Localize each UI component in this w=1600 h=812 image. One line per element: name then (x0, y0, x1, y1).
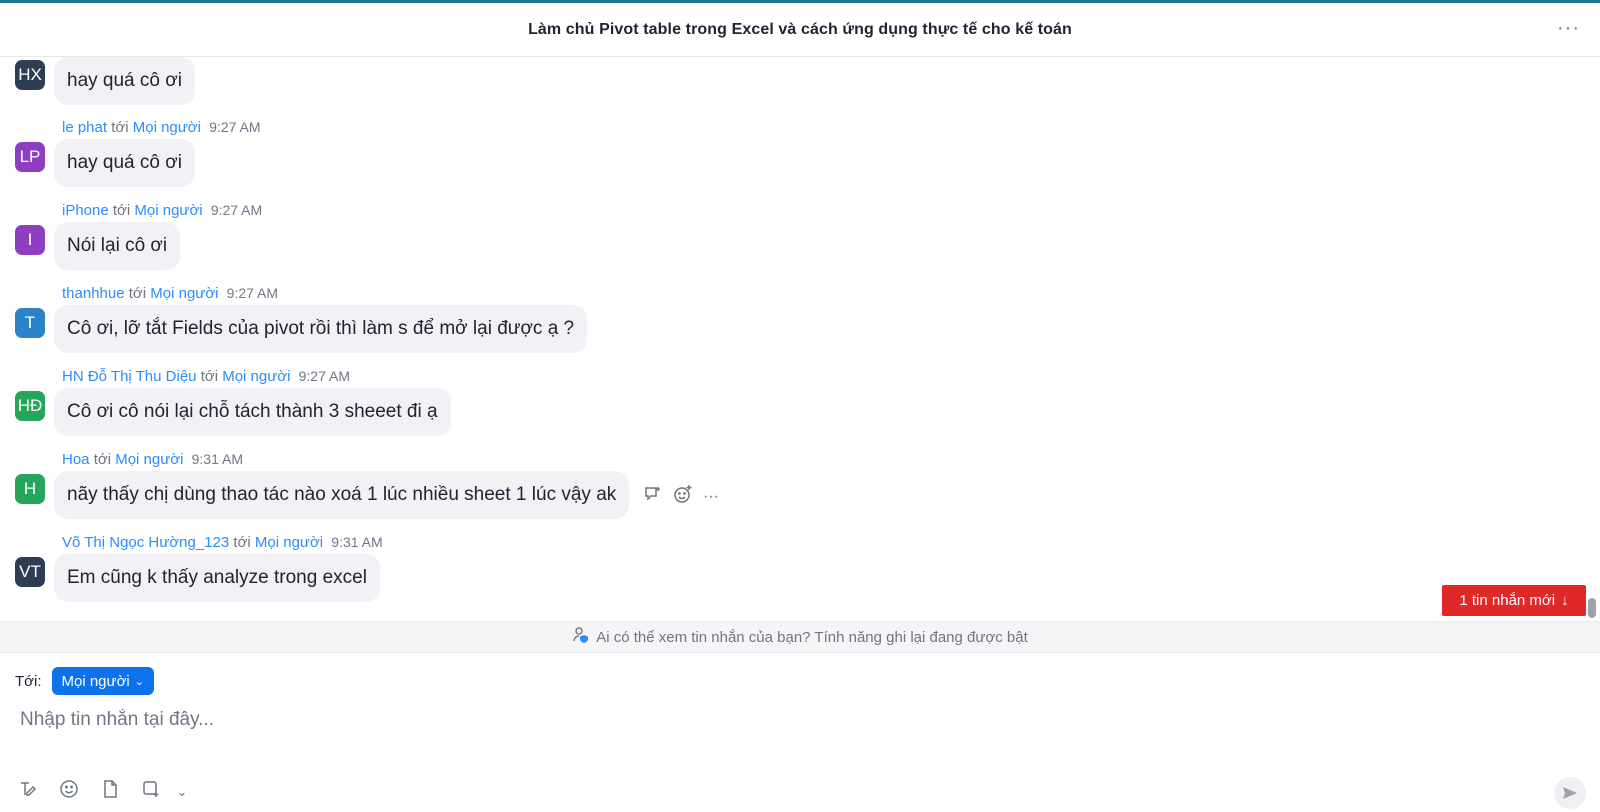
screenshot-icon[interactable] (141, 779, 161, 804)
to-word: tới (233, 534, 251, 551)
recipient-name[interactable]: Mọi người (222, 368, 290, 385)
sender-name[interactable]: Võ Thị Ngọc Hường_123 (62, 534, 229, 551)
file-icon[interactable] (100, 779, 120, 804)
new-message-button[interactable]: 1 tin nhắn mới ↓ (1442, 585, 1586, 616)
recipient-select[interactable]: Mọi người ⌄ (51, 667, 154, 695)
chat-header: Làm chủ Pivot table trong Excel và cách … (0, 3, 1600, 57)
notice-text: Ai có thể xem tin nhắn của bạn? Tính năn… (596, 628, 1028, 646)
avatar[interactable]: VT (15, 557, 45, 587)
message-time: 9:31 AM (191, 451, 243, 467)
recipient-row: Tới: Mọi người ⌄ (15, 667, 154, 695)
message-input[interactable] (20, 700, 1560, 740)
new-message-label: 1 tin nhắn mới (1459, 592, 1556, 609)
sender-name[interactable]: HN Đỗ Thị Thu Diệu (62, 368, 197, 385)
avatar[interactable]: LP (15, 142, 45, 172)
recipient-name[interactable]: Mọi người (115, 451, 183, 468)
emoji-add-icon[interactable] (673, 484, 693, 510)
sender-name[interactable]: Hoa (62, 451, 90, 468)
message-meta: iPhone tới Mọi người 9:27 AM (62, 202, 262, 219)
sender-name[interactable]: thanhhue (62, 285, 125, 302)
avatar[interactable]: T (15, 308, 45, 338)
message-time: 9:27 AM (226, 285, 279, 301)
to-label: Tới: (15, 672, 42, 690)
scrollbar-thumb[interactable] (1588, 598, 1596, 618)
avatar[interactable]: HĐ (15, 391, 45, 421)
composer-toolbar: ⌄ (18, 779, 192, 804)
send-icon[interactable] (1554, 777, 1586, 809)
message-bubble[interactable]: Nói lại cô ơi (54, 222, 181, 270)
avatar[interactable]: HX (15, 60, 45, 90)
to-word: tới (128, 285, 147, 302)
message-meta: le phat tới Mọi người 9:27 AM (62, 119, 261, 136)
format-text-icon[interactable] (18, 779, 38, 804)
message-bubble[interactable]: hay quá cô ơi (54, 57, 195, 105)
message-bubble[interactable]: hay quá cô ơi (54, 139, 195, 187)
message-bubble[interactable]: Cô ơi cô nói lại chỗ tách thành 3 sheeet… (54, 388, 451, 436)
to-word: tới (112, 202, 131, 219)
sender-name[interactable]: le phat (62, 119, 107, 136)
chevron-down-icon[interactable]: ⌄ (172, 784, 192, 800)
message-hover-actions: ··· (643, 484, 719, 510)
message-bubble[interactable]: nãy thấy chị dùng thao tác nào xoá 1 lúc… (54, 471, 630, 519)
arrow-down-icon: ↓ (1561, 592, 1569, 609)
recipient-name[interactable]: Mọi người (255, 534, 323, 551)
scrollbar[interactable] (1588, 58, 1596, 618)
to-word: tới (200, 368, 219, 385)
more-horizontal-icon[interactable]: ··· (1557, 17, 1580, 40)
to-word: tới (93, 451, 112, 468)
recipient-name[interactable]: Mọi người (134, 202, 202, 219)
chevron-down-icon: ⌄ (134, 675, 144, 688)
to-word: tới (111, 119, 129, 136)
message-bubble[interactable]: Cô ơi, lỡ tắt Fields của pivot rồi thì l… (54, 305, 588, 353)
recording-notice[interactable]: Ai có thể xem tin nhắn của bạn? Tính năn… (0, 621, 1600, 653)
recipient-name[interactable]: Mọi người (133, 119, 201, 136)
chat-title: Làm chủ Pivot table trong Excel và cách … (528, 20, 1072, 38)
emoji-icon[interactable] (59, 779, 79, 804)
more-horizontal-icon[interactable]: ··· (703, 488, 719, 506)
message-time: 9:31 AM (331, 534, 383, 550)
message-bubble[interactable]: Em cũng k thấy analyze trong excel (54, 554, 380, 602)
message-meta: Hoa tới Mọi người 9:31 AM (62, 451, 243, 468)
recipient-name[interactable]: Mọi người (150, 285, 218, 302)
user-shield-icon (572, 626, 590, 649)
sender-name[interactable]: iPhone (62, 202, 109, 219)
message-meta: HN Đỗ Thị Thu Diệu tới Mọi người 9:27 AM (62, 368, 350, 385)
message-list[interactable]: HX hay quá cô ơi le phat tới Mọi người 9… (0, 57, 1600, 620)
message-time: 9:27 AM (210, 202, 263, 218)
avatar[interactable]: I (15, 225, 45, 255)
recipient-select-value: Mọi người (61, 672, 130, 690)
message-meta: Võ Thị Ngọc Hường_123 tới Mọi người 9:31… (62, 534, 383, 551)
message-time: 9:27 AM (209, 119, 261, 135)
reply-icon[interactable] (643, 484, 663, 510)
avatar[interactable]: H (15, 474, 45, 504)
message-time: 9:27 AM (298, 368, 350, 384)
message-meta: thanhhue tới Mọi người 9:27 AM (62, 285, 278, 302)
